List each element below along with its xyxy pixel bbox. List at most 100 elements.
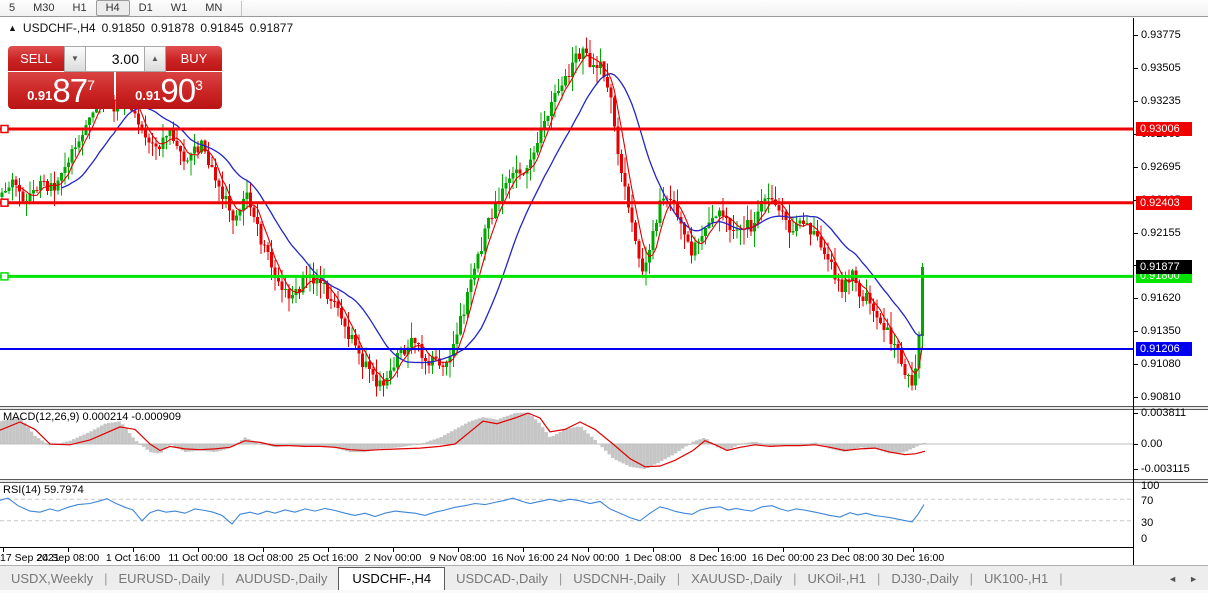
buy-price-sup: 3 — [195, 76, 203, 93]
sell-price-big: 87 — [52, 71, 88, 109]
time-axis[interactable]: 17 Sep 2021 24 Sep 08:00 1 Oct 16:00 11 Oct… — [0, 547, 1133, 565]
rsi-plot — [0, 497, 1133, 525]
chart-tabbar: USDX,Weekly | EURUSD-,Daily | AUDUSD-,Daily U… — [0, 565, 1208, 591]
chart-tab-eurusd[interactable]: EURUSD-,Daily — [108, 568, 222, 590]
price-tick-label: 0.93505 — [1141, 62, 1181, 74]
macd-tick-mark — [1134, 413, 1138, 414]
time-tick-label: 1 Dec 08:00 — [624, 552, 682, 564]
chart-symbol-label: USDCHF-,H4 — [22, 21, 96, 35]
price-tick-mark — [1134, 297, 1138, 299]
rsi-axis-label: 70 — [1141, 495, 1154, 508]
current-price-label: 0.91877 — [1136, 259, 1192, 274]
price-tick-mark — [1134, 396, 1138, 398]
one-click-trade-panel: SELL ▼ 3.00 ▲ BUY 0.91 87 7 0.91 90 3 — [8, 46, 222, 109]
price-tick-mark — [1134, 34, 1138, 36]
price-tick-mark — [1134, 232, 1138, 234]
time-tick-label: 16 Nov 16:00 — [491, 552, 555, 564]
rsi-label: RSI(14) 59.7974 — [3, 484, 84, 496]
volume-increase-button[interactable]: ▲ — [144, 46, 166, 72]
buy-button[interactable]: BUY — [166, 46, 222, 72]
chart-header: ▲ USDCHF-,H4 0.91850 0.91878 0.91845 0.9… — [8, 21, 293, 35]
timeframe-button-h1[interactable]: H1 — [64, 1, 96, 16]
sell-price-prefix: 0.91 — [27, 88, 53, 103]
timeframe-button-d1[interactable]: D1 — [130, 1, 162, 16]
ohlc-high: 0.91878 — [150, 21, 195, 35]
time-tick-label: 9 Nov 08:00 — [429, 552, 487, 564]
level-price-label: 0.92403 — [1136, 195, 1192, 210]
buy-price-display[interactable]: 0.91 90 3 — [116, 72, 222, 109]
time-tick-label: 16 Dec 00:00 — [751, 552, 815, 564]
timeframe-button-h4[interactable]: H4 — [95, 0, 130, 16]
panel-splitter[interactable] — [0, 406, 1208, 410]
time-tick-label: 8 Dec 16:00 — [689, 552, 747, 564]
time-tick-label: 25 Oct 16:00 — [297, 552, 359, 564]
timeframe-button-w1[interactable]: W1 — [162, 1, 197, 16]
tab-scroll-left-icon[interactable]: ◄ — [1168, 574, 1177, 584]
sell-price-display[interactable]: 0.91 87 7 — [8, 72, 114, 109]
price-tick-label: 0.93775 — [1141, 29, 1181, 41]
macd-axis-label: 0.00 — [1141, 438, 1163, 450]
ohlc-open: 0.91850 — [101, 21, 145, 35]
buy-price-prefix: 0.91 — [135, 88, 161, 103]
collapse-panel-icon[interactable]: ▲ — [8, 23, 17, 33]
price-tick-label: 0.93235 — [1141, 95, 1181, 107]
rsi-axis-label: 100 — [1141, 480, 1160, 492]
price-tick-mark — [1134, 100, 1138, 102]
time-tick-label: 1 Oct 16:00 — [105, 552, 161, 564]
macd-axis-label: 0.003811 — [1141, 407, 1187, 419]
price-tick-label: 0.92155 — [1141, 227, 1181, 239]
level-price-label: 0.93006 — [1136, 121, 1192, 136]
price-tick-label: 0.91350 — [1141, 325, 1181, 338]
price-tick-label: 0.91080 — [1141, 358, 1181, 371]
sell-button[interactable]: SELL — [8, 46, 64, 72]
main-chart-panel[interactable]: ▲ USDCHF-,H4 0.91850 0.91878 0.91845 0.9… — [0, 18, 1133, 406]
tab-scroll-controls: ◄ ► — [1168, 574, 1208, 590]
timeframe-button-m30[interactable]: M30 — [24, 1, 63, 16]
price-tick-mark — [1134, 166, 1138, 168]
chart-tab-usdx[interactable]: USDX,Weekly — [0, 568, 104, 590]
sell-price-sup: 7 — [87, 76, 95, 93]
chart-tab-xauusd[interactable]: XAUUSD-,Daily — [680, 568, 793, 590]
time-tick-label: 23 Dec 08:00 — [816, 552, 880, 564]
tab-separator: | — [1059, 571, 1063, 586]
chart-window: ▲ USDCHF-,H4 0.91850 0.91878 0.91845 0.9… — [0, 18, 1208, 565]
ohlc-close: 0.91877 — [249, 21, 294, 35]
level-price-label: 0.91206 — [1136, 341, 1192, 356]
volume-input[interactable]: 3.00 — [86, 46, 144, 72]
price-axis[interactable]: 0.937750.935050.932350.929650.926950.924… — [1134, 18, 1208, 565]
time-tick-label: 11 Oct 00:00 — [168, 552, 228, 564]
chart-tab-ukoil[interactable]: UKOil-,H1 — [796, 568, 877, 590]
chart-tab-uk100[interactable]: UK100-,H1 — [973, 568, 1059, 590]
price-tick-label: 0.91620 — [1141, 292, 1181, 305]
chart-tab-usdchf[interactable]: USDCHF-,H4 — [338, 567, 446, 591]
rsi-panel[interactable]: RSI(14) 59.7974 — [0, 483, 1133, 547]
tab-scroll-right-icon[interactable]: ► — [1189, 574, 1198, 584]
macd-label: MACD(12,26,9) 0.000214 -0.000909 — [3, 411, 181, 423]
macd-tick-mark — [1134, 469, 1138, 471]
time-tick-label: 18 Oct 08:00 — [232, 552, 294, 564]
timeframe-toolbar: 5 M30 H1 H4 D1 W1 MN — [0, 0, 1208, 17]
time-tick-label: 24 Sep 08:00 — [36, 552, 100, 564]
price-tick-mark — [1134, 67, 1138, 69]
price-tick-mark — [1134, 363, 1138, 365]
ohlc-low: 0.91845 — [200, 21, 244, 35]
volume-decrease-button[interactable]: ▼ — [64, 46, 86, 72]
price-tick-mark — [1134, 330, 1138, 332]
chart-tab-usdcnh[interactable]: USDCNH-,Daily — [562, 568, 676, 590]
buy-price-big: 90 — [160, 71, 196, 109]
chart-tab-usdcad[interactable]: USDCAD-,Daily — [445, 568, 559, 590]
timeframe-button-5[interactable]: 5 — [0, 1, 24, 16]
toolbar-separator — [241, 0, 243, 16]
time-tick-label: 2 Nov 00:00 — [364, 552, 422, 564]
panel-splitter[interactable] — [0, 479, 1208, 483]
macd-panel[interactable]: MACD(12,26,9) 0.000214 -0.000909 — [0, 410, 1133, 479]
rsi-axis-label: 0 — [1141, 533, 1148, 545]
chart-tab-dj30[interactable]: DJ30-,Daily — [880, 568, 969, 590]
timeframe-button-mn[interactable]: MN — [196, 1, 231, 16]
time-tick-label: 24 Nov 00:00 — [556, 552, 620, 564]
price-tick-label: 0.90810 — [1141, 391, 1181, 404]
chart-tab-audusd[interactable]: AUDUSD-,Daily — [225, 568, 339, 590]
macd-tick-mark — [1134, 444, 1138, 445]
price-tick-label: 0.92695 — [1141, 161, 1181, 173]
time-tick-label: 30 Dec 16:00 — [881, 552, 945, 564]
